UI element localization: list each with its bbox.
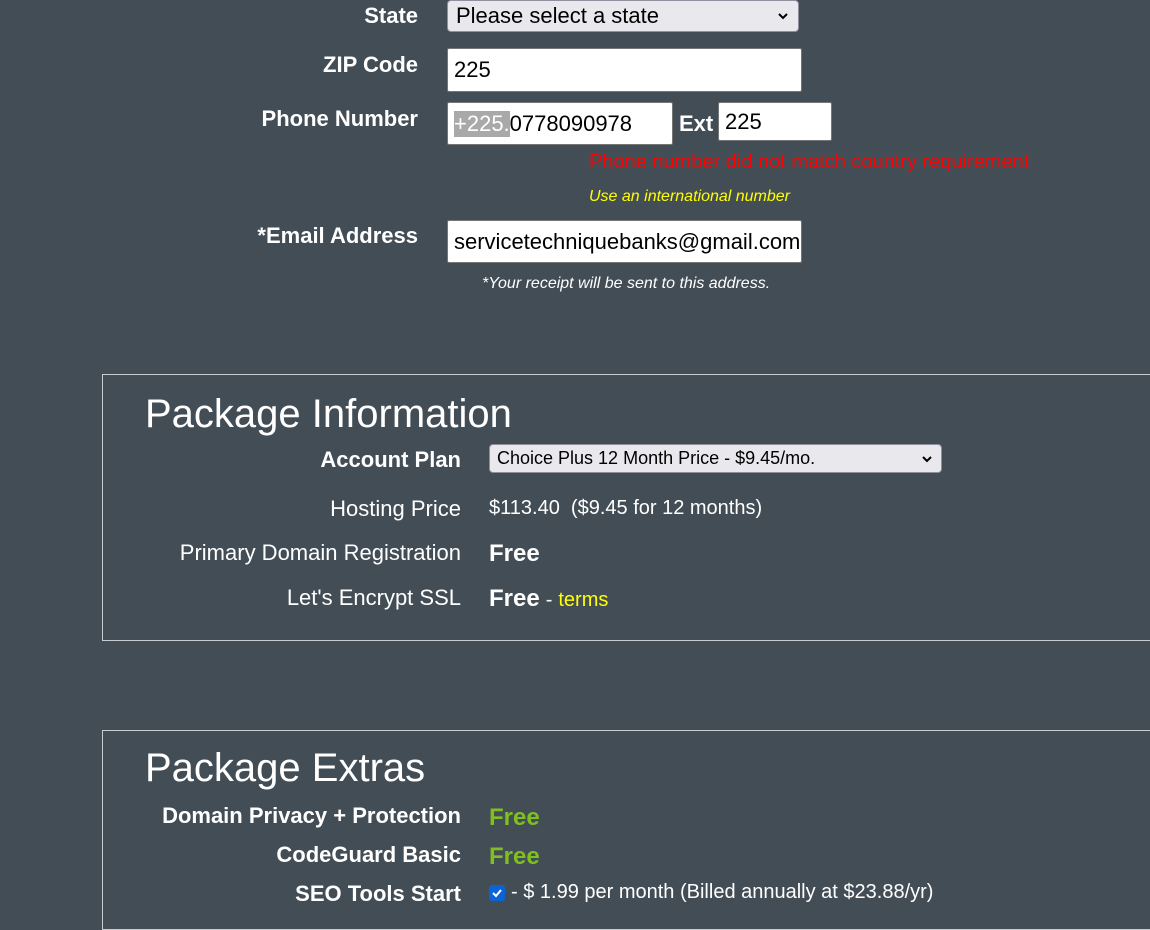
zip-input[interactable]: 225 [447,48,802,92]
hosting-price-value: $113.40 ($9.45 for 12 months) [489,497,763,519]
ssl-row: Free - terms [489,585,608,613]
ssl-value: Free [489,585,540,612]
zip-label: ZIP Code [323,52,418,77]
state-label: State [364,3,418,28]
seo-tools-label: SEO Tools Start [295,881,461,906]
ext-input[interactable]: 225 [718,102,832,141]
ext-label: Ext [679,111,714,136]
chevron-down-icon [922,455,932,462]
package-extras-title: Package Extras [145,746,426,790]
ext-value: 225 [725,108,762,134]
seo-tools-row: - $ 1.99 per month (Billed annually at $… [489,881,933,904]
phone-label: Phone Number [261,106,418,131]
phone-hint: Use an international number [589,188,791,205]
state-select[interactable]: Please select a state [447,0,799,32]
package-information-title: Package Information [145,392,512,436]
seo-tools-price: - $ 1.99 per month (Billed annually at $… [511,881,934,903]
hosting-price-label: Hosting Price [330,496,461,521]
chevron-down-icon [778,13,788,20]
state-select-value: Please select a state [456,3,660,28]
domain-registration-label: Primary Domain Registration [179,540,461,565]
codeguard-label: CodeGuard Basic [276,842,461,867]
account-plan-value: Choice Plus 12 Month Price - $9.45/mo. [497,448,816,468]
ssl-terms-link[interactable]: terms [558,589,608,612]
seo-tools-checkbox[interactable] [489,884,505,901]
phone-prefix-selected: +225. [454,110,510,137]
ssl-separator: - [545,589,553,611]
domain-privacy-value: Free [489,804,540,831]
phone-number-value: 0778090978 [509,110,633,136]
account-plan-label: Account Plan [320,447,461,472]
phone-error-message: Phone number did not match country requi… [589,151,1030,173]
email-input[interactable]: servicetechniquebanks@gmail.com [447,220,802,263]
codeguard-value: Free [489,843,540,870]
email-value: servicetechniquebanks@gmail.com [454,228,801,254]
domain-registration-value: Free [489,540,540,567]
email-label: *Email Address [257,223,418,248]
checkmark-icon [492,888,502,897]
phone-input[interactable]: +225. 0778090978 [447,102,673,145]
account-plan-select[interactable]: Choice Plus 12 Month Price - $9.45/mo. [489,444,942,473]
domain-privacy-label: Domain Privacy + Protection [162,803,461,828]
zip-value: 225 [454,57,491,82]
ssl-label: Let's Encrypt SSL [286,585,461,610]
email-note: *Your receipt will be sent to this addre… [482,275,771,292]
